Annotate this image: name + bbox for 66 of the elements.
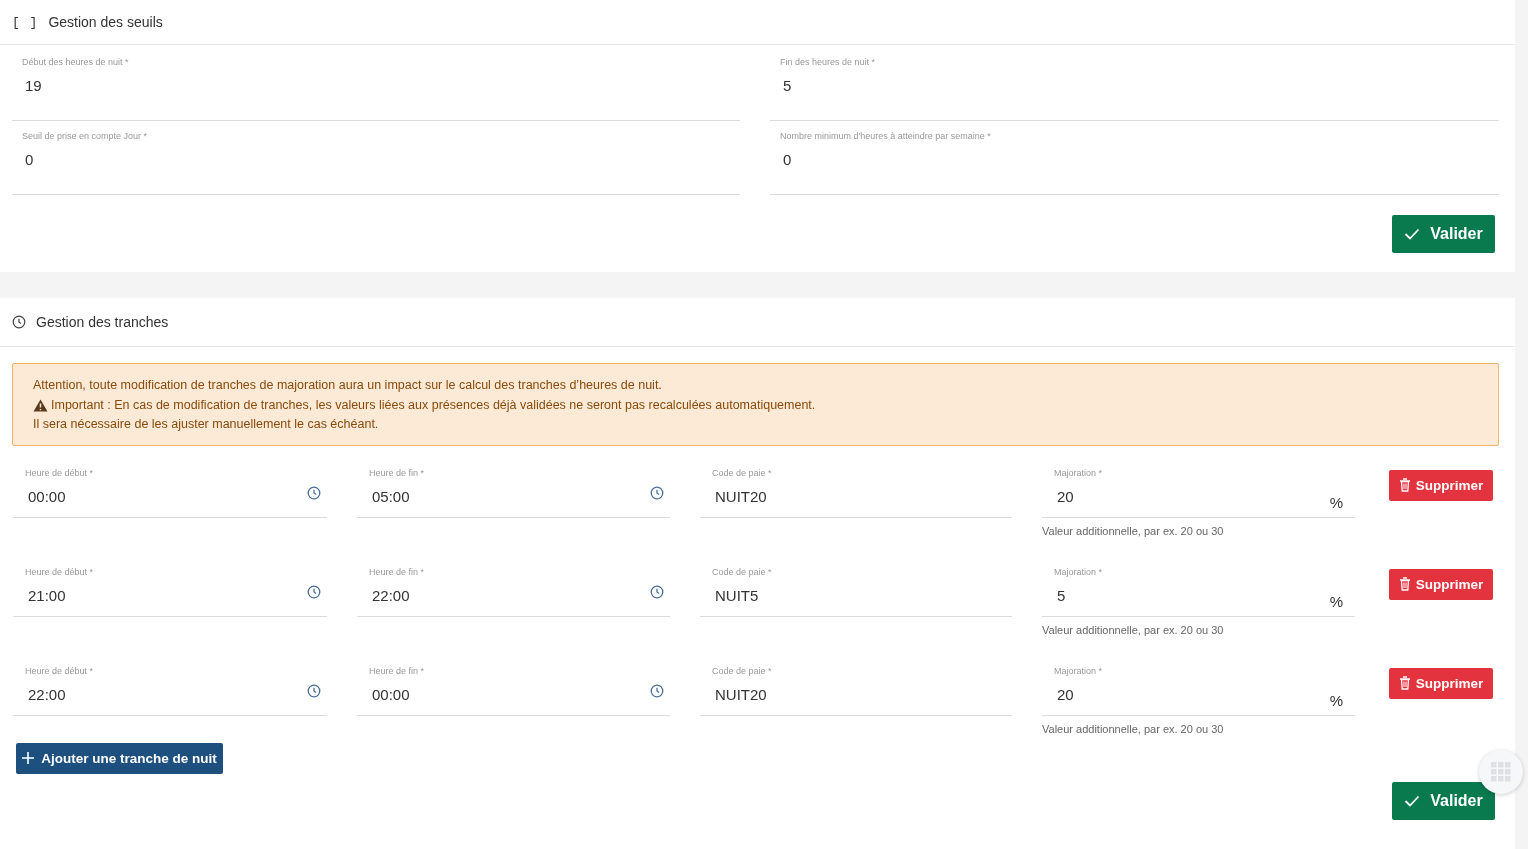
- input-field[interactable]: Heure de début * 00:00: [13, 457, 327, 518]
- field-value: 21:00: [27, 586, 66, 604]
- section-title: Gestion des seuils: [48, 14, 163, 30]
- input-field[interactable]: Code de paie * NUIT5: [700, 556, 1012, 617]
- field-hint: Valeur additionnelle, par ex. 20 ou 30: [1042, 524, 1224, 537]
- input-field[interactable]: Heure de fin * 05:00: [357, 457, 670, 518]
- field-value: 00:00: [371, 685, 410, 703]
- field-value: 0: [24, 151, 34, 168]
- field-value: 19: [24, 77, 42, 94]
- input-field[interactable]: Code de paie * NUIT20: [700, 457, 1012, 518]
- field-label: Fin des heures de nuit *: [780, 57, 876, 67]
- alert-text: Il sera nécessaire de les ajuster manuellement le cas échéant.: [33, 416, 379, 433]
- field-value: 0: [782, 151, 792, 168]
- field-label: Majoration *: [1054, 665, 1103, 676]
- field-value: 5: [782, 77, 792, 94]
- field-value: 22:00: [27, 685, 66, 703]
- field-label: Code de paie *: [712, 467, 772, 478]
- field-value: 20: [1056, 487, 1074, 505]
- field-label: Nombre minimum d'heures à atteindre par semaine *: [780, 131, 991, 141]
- field-label: Heure de fin *: [369, 467, 425, 478]
- alert-text: Important : En cas de modification de tranches, les valeurs liées aux présences déjà validées ne seront pas recalculées automatiquement.: [51, 396, 816, 414]
- field-label: Seuil de prise en compte Jour *: [22, 131, 148, 141]
- section-title: Gestion des tranches: [36, 314, 169, 330]
- add-button[interactable]: Ajouter une tranche de nuit: [16, 742, 223, 774]
- delete-button[interactable]: Supprimer: [1389, 667, 1493, 699]
- field-hint: Valeur additionnelle, par ex. 20 ou 30: [1042, 623, 1224, 636]
- input-field[interactable]: Nombre minimum d'heures à atteindre par semaine * 0: [770, 121, 1499, 195]
- input-field[interactable]: Heure de début * 21:00: [13, 556, 327, 617]
- percent-unit: %: [1329, 493, 1343, 511]
- input-field[interactable]: Début des heures de nuit * 19: [12, 47, 740, 121]
- input-field[interactable]: Seuil de prise en compte Jour * 0: [12, 121, 740, 195]
- field-label: Heure de début *: [25, 665, 94, 676]
- field-label: Heure de début *: [25, 566, 94, 577]
- delete-button[interactable]: Supprimer: [1389, 469, 1493, 501]
- input-field[interactable]: Majoration * 20 %: [1042, 655, 1355, 716]
- input-field[interactable]: Majoration * 5 %: [1042, 556, 1355, 617]
- validate-button[interactable]: Valider: [1392, 781, 1495, 820]
- field-value: NUIT5: [714, 586, 759, 604]
- validate-button[interactable]: Valider: [1392, 215, 1495, 253]
- field-value: NUIT20: [714, 685, 767, 703]
- brackets-icon: [ ]: [12, 14, 39, 30]
- field-label: Majoration *: [1054, 566, 1103, 577]
- field-value: 20: [1056, 685, 1074, 703]
- field-label: Heure de fin *: [369, 665, 425, 676]
- input-field[interactable]: Code de paie * NUIT20: [700, 655, 1012, 716]
- input-field[interactable]: Heure de début * 22:00: [13, 655, 327, 716]
- input-field[interactable]: Majoration * 20 %: [1042, 457, 1355, 518]
- field-label: Début des heures de nuit *: [22, 57, 129, 67]
- field-label: Heure de fin *: [369, 566, 425, 577]
- field-label: Majoration *: [1054, 467, 1103, 478]
- field-label: Heure de début *: [25, 467, 94, 478]
- alert-text: Attention, toute modification de tranches de majoration aura un impact sur le calcul des tranches d’heures de nuit.: [33, 377, 662, 394]
- field-label: Code de paie *: [712, 566, 772, 577]
- field-value: 00:00: [27, 487, 66, 505]
- delete-button[interactable]: Supprimer: [1389, 568, 1493, 600]
- percent-unit: %: [1329, 691, 1343, 709]
- field-hint: Valeur additionnelle, par ex. 20 ou 30: [1042, 722, 1224, 735]
- field-label: Code de paie *: [712, 665, 772, 676]
- field-value: 5: [1056, 586, 1066, 604]
- field-value: 22:00: [371, 586, 410, 604]
- percent-unit: %: [1329, 592, 1343, 610]
- input-field[interactable]: Heure de fin * 00:00: [357, 655, 670, 716]
- input-field[interactable]: Fin des heures de nuit * 5: [770, 47, 1499, 121]
- field-value: NUIT20: [714, 487, 767, 505]
- field-value: 05:00: [371, 487, 410, 505]
- input-field[interactable]: Heure de fin * 22:00: [357, 556, 670, 617]
